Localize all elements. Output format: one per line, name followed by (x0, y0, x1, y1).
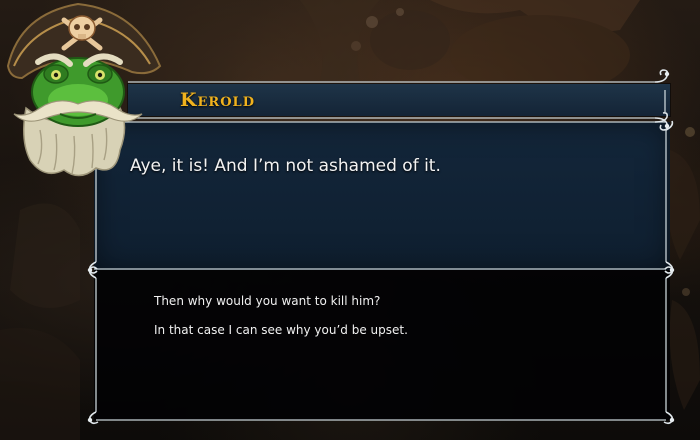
speaker-name: Kerold (180, 89, 255, 111)
speaker-portrait (6, 2, 162, 177)
npc-dialogue-text: Aye, it is! And I’m not ashamed of it. (130, 156, 441, 176)
dialogue-choice[interactable]: Then why would you want to kill him? (154, 294, 380, 308)
game-scene: Kerold Aye, it is! And I’m not ashamed o… (0, 0, 700, 440)
npc-dialogue-panel: Aye, it is! And I’m not ashamed of it. (94, 122, 670, 270)
speaker-bar: Kerold (128, 84, 670, 116)
response-choices-panel: Then why would you want to kill him? In … (94, 270, 670, 420)
dialogue-choice[interactable]: In that case I can see why you’d be upse… (154, 323, 408, 337)
